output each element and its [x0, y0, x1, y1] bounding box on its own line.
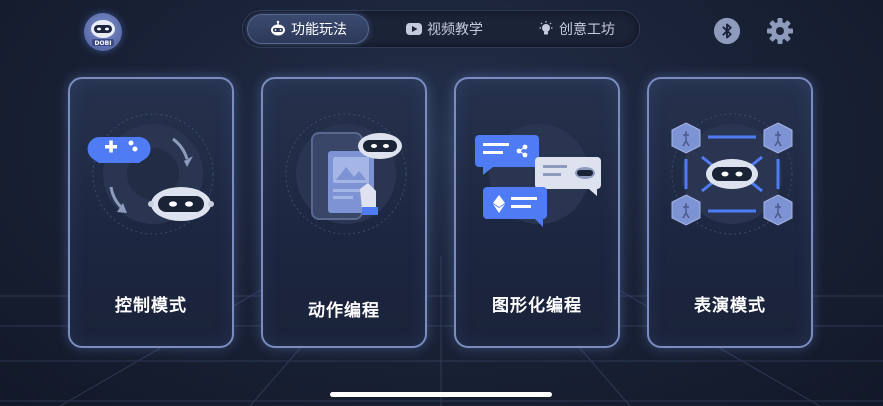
tab-workshop-label: 创意工坊 — [559, 22, 615, 38]
card-label: 图形化编程 — [492, 296, 582, 316]
card-performance-mode[interactable]: 表演模式 — [647, 77, 813, 348]
tab-workshop[interactable]: 创意工坊 — [515, 14, 637, 44]
mode-tabs: 功能玩法 视频教学 创意工坊 — [242, 10, 640, 48]
card-label: 表演模式 — [694, 296, 766, 316]
gamepad-robot-icon — [87, 113, 214, 235]
cube-network-icon — [671, 113, 793, 235]
video-play-icon — [406, 23, 422, 35]
gear-icon — [767, 18, 793, 44]
card-graphical-programming[interactable]: 图形化编程 — [454, 77, 620, 348]
settings-button[interactable] — [765, 16, 795, 46]
phone-robot-icon — [285, 113, 407, 235]
robot-icon — [271, 20, 285, 36]
lightbulb-icon — [539, 21, 553, 35]
tab-video-label: 视频教学 — [427, 22, 483, 38]
logo-text: DOBI — [95, 40, 112, 47]
bluetooth-icon — [713, 17, 741, 45]
chat-bubbles-icon — [475, 124, 601, 227]
top-bar: DOBI 功能玩法 视频教学 创意工坊 — [0, 0, 883, 60]
tab-features-label: 功能玩法 — [291, 22, 347, 38]
tab-features[interactable]: 功能玩法 — [247, 14, 369, 44]
card-control-mode[interactable]: 控制模式 — [68, 77, 234, 348]
home-indicator[interactable] — [330, 392, 552, 397]
robot-logo-icon: DOBI — [91, 20, 115, 47]
app-logo[interactable]: DOBI — [84, 13, 122, 51]
card-label: 动作编程 — [308, 301, 380, 321]
card-label: 控制模式 — [115, 296, 187, 316]
bluetooth-button[interactable] — [712, 16, 742, 46]
tab-video[interactable]: 视频教学 — [383, 14, 505, 44]
card-action-programming[interactable]: 动作编程 — [261, 77, 427, 348]
